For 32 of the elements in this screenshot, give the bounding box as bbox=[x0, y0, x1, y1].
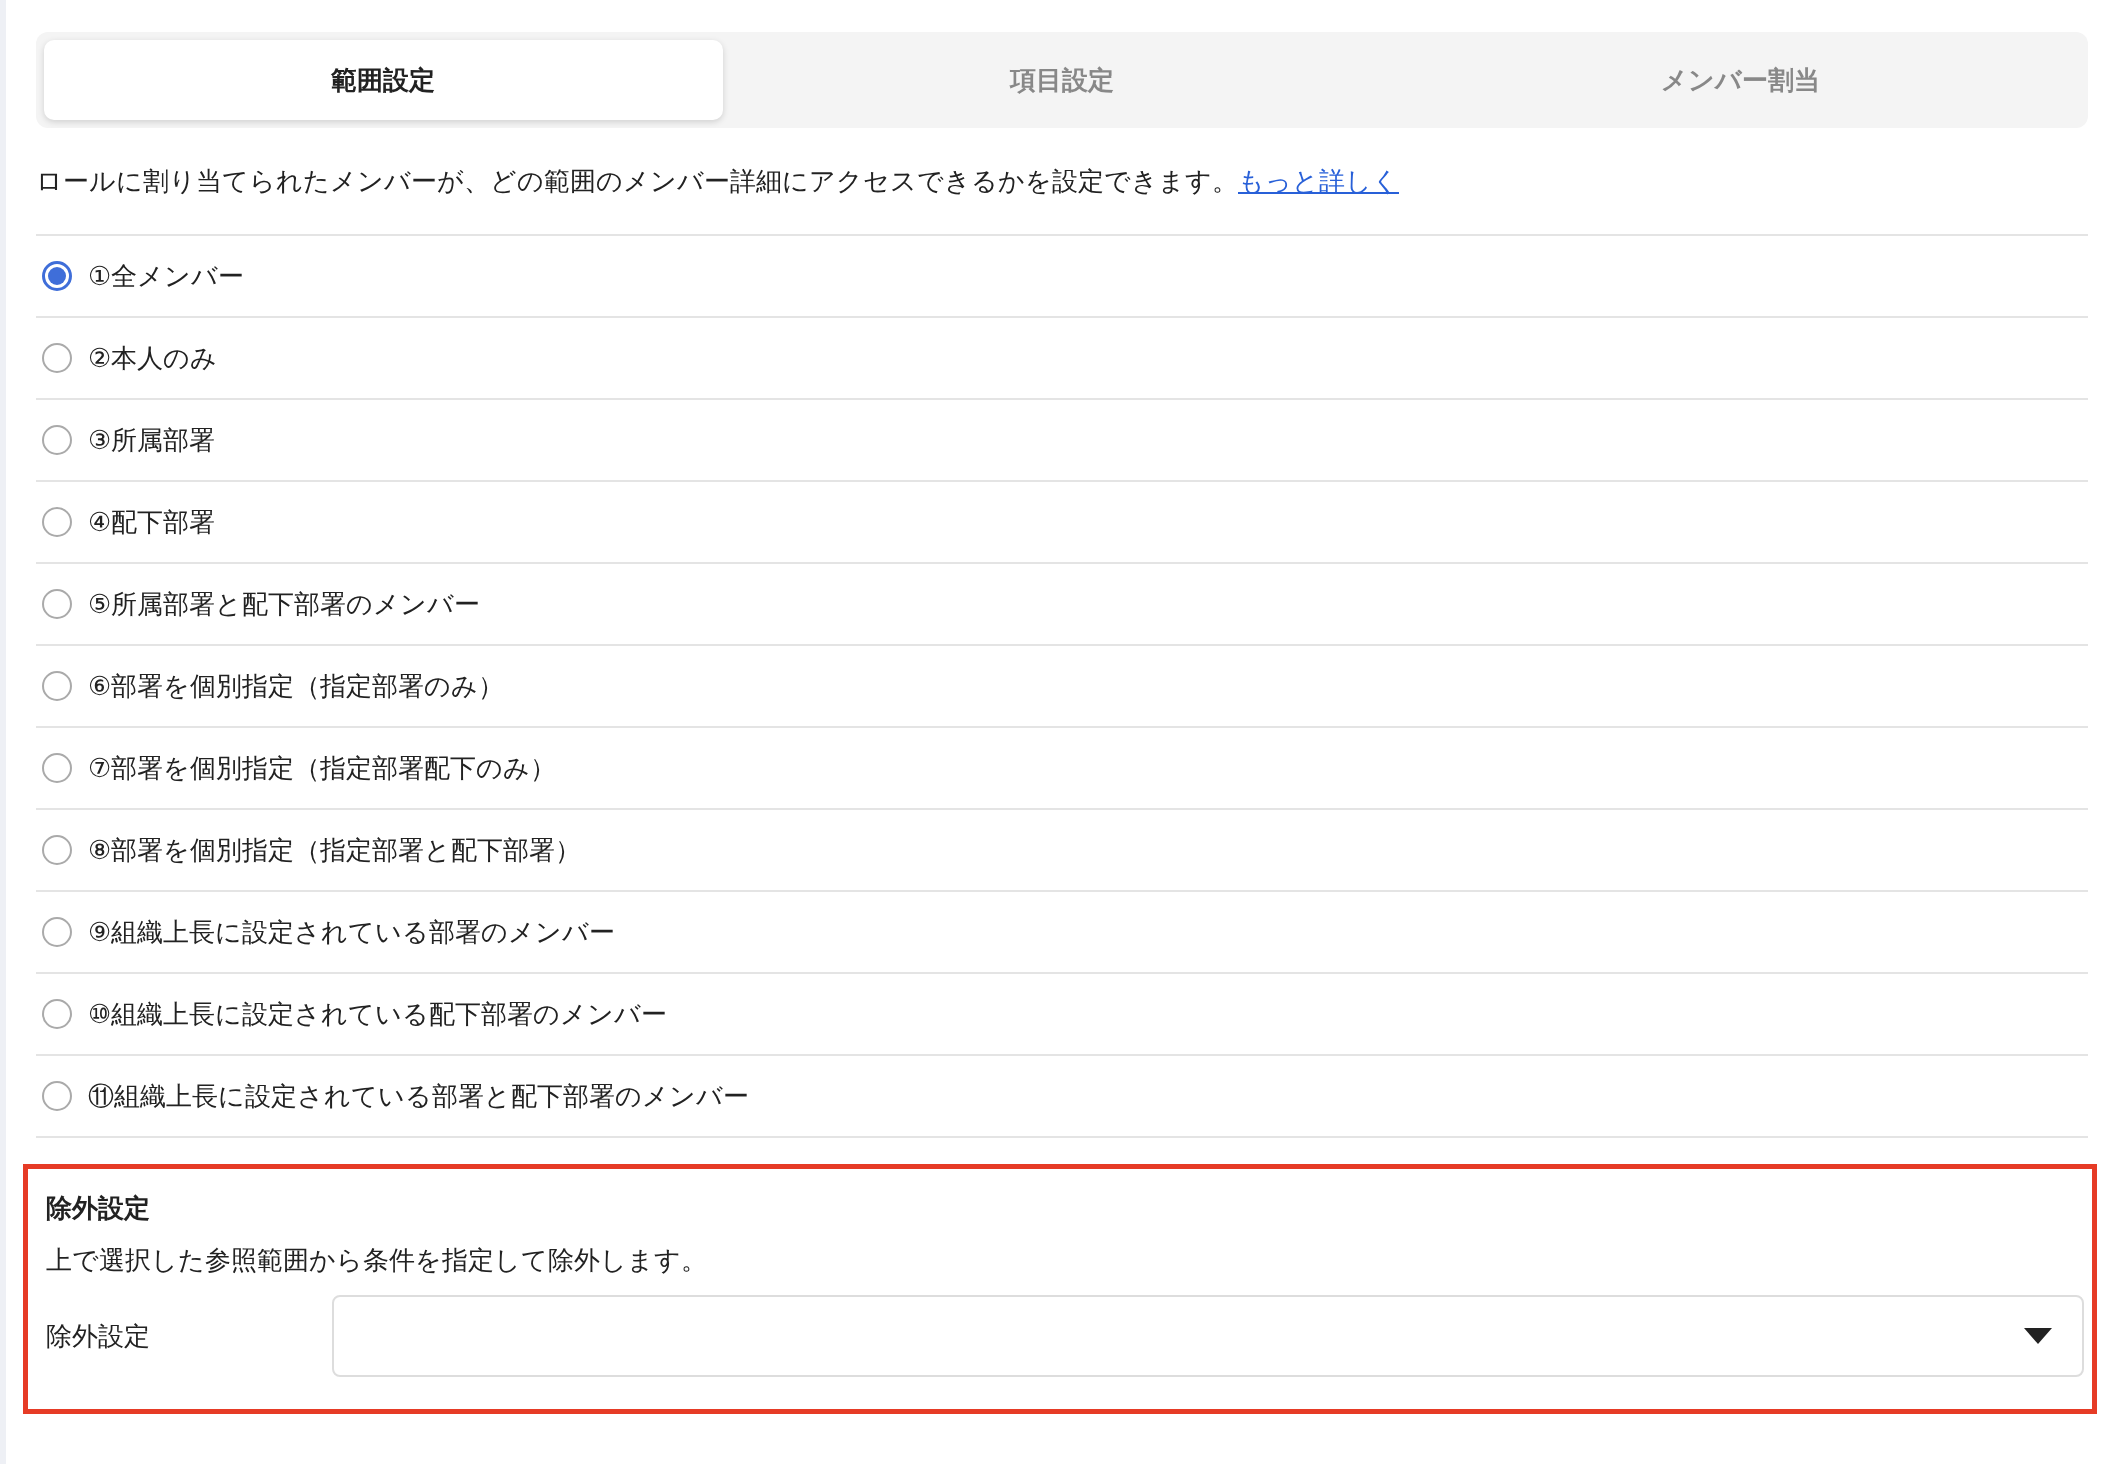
option-label: ②本人のみ bbox=[88, 341, 218, 375]
section-description: 上で選択した参照範囲から条件を指定して除外します。 bbox=[46, 1243, 708, 1277]
radio-button[interactable] bbox=[42, 425, 72, 455]
option-label: ⑪組織上長に設定されている部署と配下部署のメンバー bbox=[88, 1079, 749, 1113]
option-label: ⑤所属部署と配下部署のメンバー bbox=[88, 587, 481, 621]
option-label: ⑦部署を個別指定（指定部署配下のみ） bbox=[88, 751, 557, 785]
option-label: ④配下部署 bbox=[88, 505, 216, 539]
section-title: 除外設定 bbox=[46, 1191, 151, 1225]
learn-more-link[interactable]: もっと詳しく bbox=[1238, 163, 1399, 199]
radio-button[interactable] bbox=[42, 1081, 72, 1111]
description-text: ロールに割り当てられたメンバーが、どの範囲のメンバー詳細にアクセスできるかを設定できます。もっと詳しく bbox=[36, 128, 2088, 236]
radio-button[interactable] bbox=[42, 753, 72, 783]
option-label: ⑥部署を個別指定（指定部署のみ） bbox=[88, 669, 505, 703]
exclusion-dropdown[interactable] bbox=[332, 1295, 2084, 1377]
radio-button[interactable] bbox=[42, 917, 72, 947]
radio-button[interactable] bbox=[42, 589, 72, 619]
option-label: ⑨組織上長に設定されている部署のメンバー bbox=[88, 915, 616, 949]
radio-button[interactable] bbox=[42, 835, 72, 865]
option-label: ⑩組織上長に設定されている配下部署のメンバー bbox=[88, 997, 668, 1031]
radio-button[interactable] bbox=[42, 261, 72, 291]
option-label: ⑧部署を個別指定（指定部署と配下部署） bbox=[88, 833, 582, 867]
radio-button[interactable] bbox=[42, 507, 72, 537]
tab[interactable]: 範囲設定 bbox=[44, 40, 723, 120]
caret-icon bbox=[2024, 1328, 2052, 1344]
radio-button[interactable] bbox=[42, 999, 72, 1029]
tab[interactable]: メンバー割当 bbox=[1401, 40, 2080, 120]
tab[interactable]: 項目設定 bbox=[722, 40, 1402, 120]
option-label: ③所属部署 bbox=[88, 423, 216, 457]
field-label: 除外設定 bbox=[46, 1319, 151, 1353]
radio-button[interactable] bbox=[42, 671, 72, 701]
radio-button[interactable] bbox=[42, 343, 72, 373]
option-label: ①全メンバー bbox=[88, 259, 245, 293]
